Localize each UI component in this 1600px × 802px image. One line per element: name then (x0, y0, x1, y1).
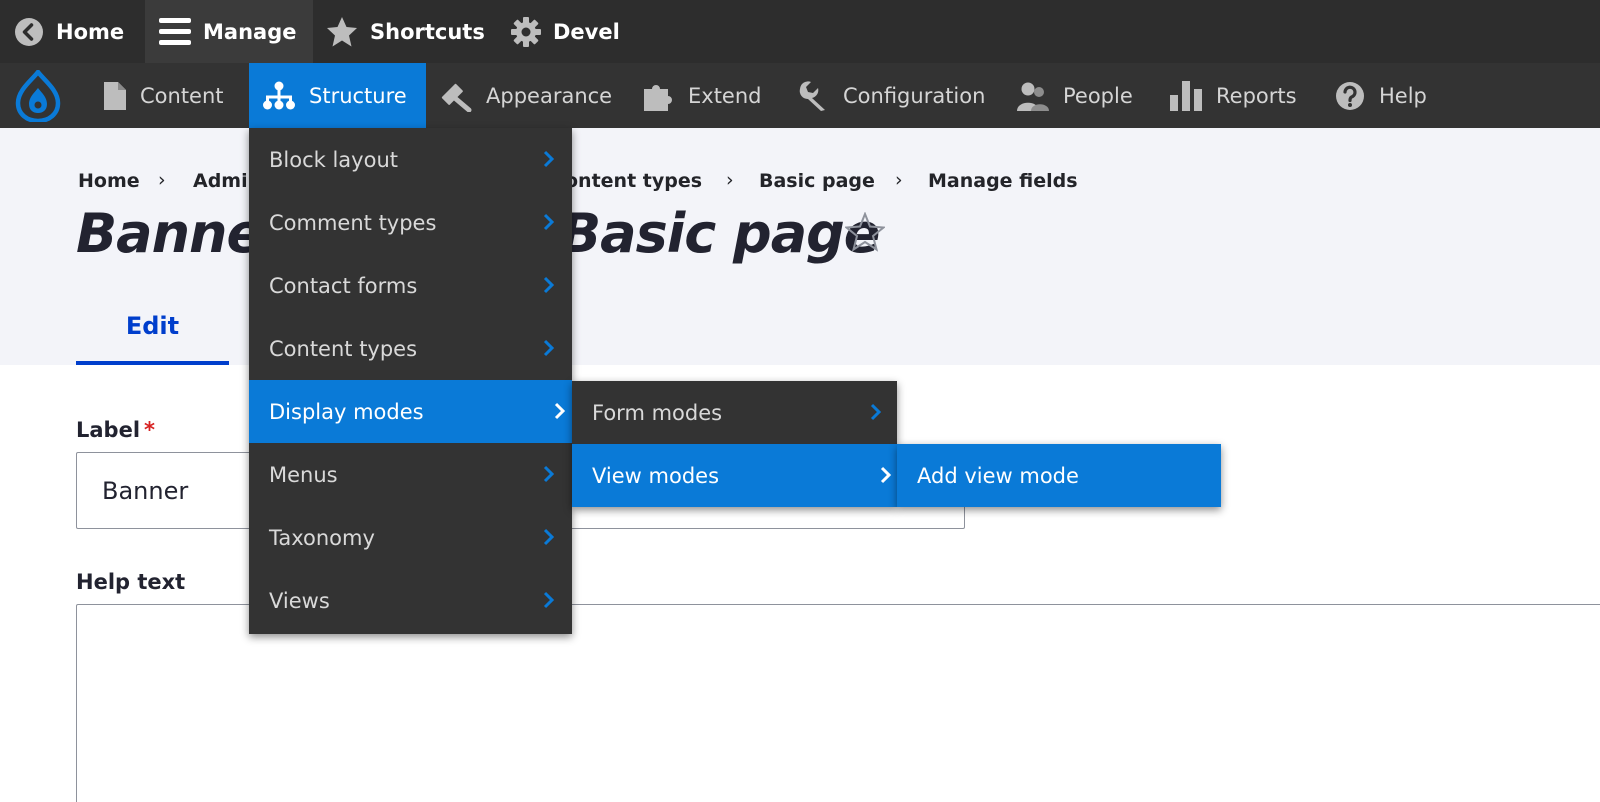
chevron-right-icon (543, 465, 555, 483)
puzzle-icon (644, 84, 672, 111)
view-modes-menu: Add view mode (897, 444, 1221, 507)
chevron-right-icon (870, 403, 882, 421)
toolbar-shortcuts-label: Shortcuts (370, 19, 485, 44)
menu-item-label: Block layout (269, 147, 398, 172)
tray-item-configuration[interactable]: Configuration (797, 63, 985, 128)
toolbar-devel-button[interactable]: Devel (511, 0, 620, 63)
admin-tray: Content Structure Appearance Extend Conf… (0, 63, 1600, 128)
chevron-right-icon (543, 213, 555, 231)
breadcrumb-link[interactable]: Manage fields (928, 170, 1078, 192)
menu-item-label: Views (269, 588, 330, 613)
menu-item-display-modes[interactable]: Display modes (249, 380, 572, 443)
label-field-label: Label * (76, 418, 155, 442)
document-icon (104, 81, 126, 110)
breadcrumb-separator-icon: › (158, 169, 166, 191)
structure-menu: Block layout Comment types Contact forms… (249, 128, 572, 634)
hamburger-icon (159, 17, 191, 45)
breadcrumb-separator-icon: › (726, 169, 734, 191)
menu-item-view-modes[interactable]: View modes (572, 444, 897, 507)
menu-item-add-view-mode[interactable]: Add view mode (897, 444, 1221, 507)
menu-item-label: Display modes (269, 399, 424, 424)
menu-item-label: Comment types (269, 210, 437, 235)
menu-item-block-layout[interactable]: Block layout (249, 128, 572, 191)
breadcrumb-separator-icon: › (895, 169, 903, 191)
breadcrumb-link[interactable]: Basic page (759, 170, 875, 192)
toolbar-devel-label: Devel (553, 19, 620, 44)
tray-item-reports[interactable]: Reports (1170, 63, 1297, 128)
menu-item-label: Taxonomy (269, 525, 375, 550)
tray-item-label: Help (1379, 83, 1427, 108)
tray-item-appearance[interactable]: Appearance (440, 63, 612, 128)
label-input-value: Banner (102, 476, 189, 505)
gear-icon (511, 16, 541, 47)
breadcrumb-link[interactable]: Home (78, 170, 140, 192)
chevron-right-icon (543, 528, 555, 546)
tray-item-label: Reports (1216, 83, 1297, 108)
menu-item-views[interactable]: Views (249, 569, 572, 632)
tray-item-label: Extend (688, 83, 762, 108)
tab-edit-label: Edit (125, 312, 180, 340)
menu-item-label: Menus (269, 462, 338, 487)
toolbar-manage-label: Manage (203, 19, 297, 44)
menu-item-content-types[interactable]: Content types (249, 317, 572, 380)
tray-item-label: Appearance (486, 83, 613, 108)
tray-item-label: People (1063, 83, 1133, 108)
tray-item-structure[interactable]: Structure (249, 63, 426, 128)
display-modes-menu: Form modes View modes (572, 381, 897, 507)
menu-item-comment-types[interactable]: Comment types (249, 191, 572, 254)
toolbar-shortcuts-button[interactable]: Shortcuts (326, 0, 485, 63)
toolbar-manage-button[interactable]: Manage (145, 0, 313, 63)
chevron-right-icon (880, 466, 892, 484)
bar-chart-icon (1170, 80, 1202, 111)
menu-item-taxonomy[interactable]: Taxonomy (249, 506, 572, 569)
tab-edit[interactable]: Edit (76, 292, 229, 365)
tray-item-help[interactable]: Help (1335, 63, 1427, 128)
page-title-continued: Basic page (560, 202, 880, 265)
tray-item-extend[interactable]: Extend (642, 63, 762, 128)
chevron-right-icon (543, 276, 555, 294)
back-arrow-icon (15, 17, 43, 46)
chevron-right-icon (543, 339, 555, 357)
breadcrumb-link[interactable]: Admi (193, 170, 248, 192)
breadcrumb-link[interactable]: ontent types (565, 170, 702, 192)
tray-item-label: Structure (309, 83, 407, 108)
menu-item-label: Contact forms (269, 273, 418, 298)
menu-item-form-modes[interactable]: Form modes (572, 381, 897, 444)
label-text: Label (76, 418, 141, 442)
required-marker: * (144, 418, 156, 442)
toolbar-home-button[interactable]: Home (14, 0, 124, 63)
toolbar-home-label: Home (56, 19, 125, 44)
tray-item-label: Configuration (843, 83, 986, 108)
chevron-right-icon (554, 402, 566, 420)
tray-item-content[interactable]: Content (104, 63, 224, 128)
tray-item-label: Content (140, 83, 224, 108)
paintbrush-icon (441, 83, 472, 112)
chevron-right-icon (543, 150, 555, 168)
menu-item-menus[interactable]: Menus (249, 443, 572, 506)
drupal-logo-icon (15, 70, 61, 122)
help-icon (1336, 81, 1364, 110)
help-text-label: Help text (76, 570, 186, 594)
admin-toolbar: Home Manage Shortcuts Devel (0, 0, 1600, 63)
menu-item-label: Add view mode (917, 463, 1079, 488)
shortcut-star-icon[interactable] (845, 212, 885, 252)
wrench-icon (799, 80, 825, 111)
chevron-right-icon (543, 591, 555, 609)
people-icon (1017, 82, 1049, 111)
menu-item-label: Form modes (592, 400, 723, 425)
star-icon (327, 16, 357, 46)
sitemap-icon (263, 81, 295, 109)
menu-item-label: Content types (269, 336, 418, 361)
menu-item-label: View modes (592, 463, 720, 488)
tray-item-people[interactable]: People (1017, 63, 1133, 128)
menu-item-contact-forms[interactable]: Contact forms (249, 254, 572, 317)
